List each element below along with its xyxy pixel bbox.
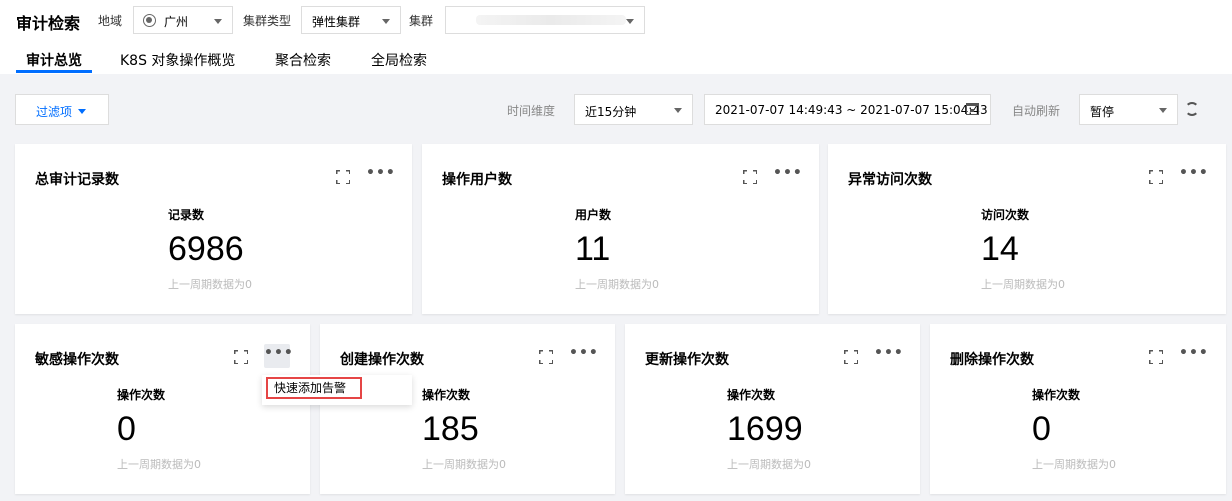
more-icon[interactable]: ••• [1179, 164, 1208, 188]
card-title: 创建操作次数 [340, 352, 424, 368]
page-title: 审计检索 [16, 14, 81, 33]
chevron-down-icon [214, 19, 222, 24]
metric-previous-period: 上一周期数据为0 [168, 278, 252, 291]
metric-value: 14 [981, 230, 1019, 268]
globe-icon [143, 14, 156, 27]
card-title: 总审计记录数 [35, 172, 119, 188]
expand-icon[interactable] [1149, 350, 1163, 364]
card-title: 操作用户数 [442, 172, 512, 188]
more-actions-menu: 快速添加告警 [262, 375, 412, 405]
card-delete-operations: 删除操作次数 ••• 操作次数 0 上一周期数据为0 [930, 324, 1226, 494]
more-icon[interactable]: ••• [773, 164, 802, 188]
expand-icon[interactable] [336, 170, 350, 184]
active-tab-indicator [16, 70, 92, 73]
more-icon[interactable]: ••• [1179, 344, 1208, 368]
more-icon[interactable]: ••• [264, 344, 293, 368]
chevron-down-icon [382, 19, 390, 24]
card-update-operations: 更新操作次数 ••• 操作次数 1699 上一周期数据为0 [625, 324, 920, 494]
metric-previous-period: 上一周期数据为0 [981, 278, 1065, 291]
cluster-label: 集群 [409, 14, 434, 28]
metric-value: 1699 [727, 410, 803, 448]
auto-refresh-value: 暂停 [1090, 105, 1115, 119]
time-dimension-value: 近15分钟 [585, 105, 637, 119]
card-sensitive-operations: 敏感操作次数 ••• 操作次数 0 上一周期数据为0 [15, 324, 310, 494]
metric-value: 0 [1032, 410, 1051, 448]
metric-previous-period: 上一周期数据为0 [117, 458, 201, 471]
metric-label: 访问次数 [981, 208, 1030, 222]
calendar-icon [966, 103, 979, 115]
tab-k8s-object-overview[interactable]: K8S 对象操作概览 [120, 50, 235, 70]
metric-value: 185 [422, 410, 479, 448]
expand-icon[interactable] [1149, 170, 1163, 184]
expand-icon[interactable] [539, 350, 553, 364]
chevron-down-icon [78, 109, 86, 114]
expand-icon[interactable] [234, 350, 248, 364]
filter-button-label: 过滤项 [36, 105, 73, 119]
card-title: 异常访问次数 [848, 172, 932, 188]
metric-previous-period: 上一周期数据为0 [1032, 458, 1116, 471]
region-value: 广州 [164, 15, 189, 29]
metric-previous-period: 上一周期数据为0 [575, 278, 659, 291]
expand-icon[interactable] [743, 170, 757, 184]
metric-label: 用户数 [575, 208, 612, 222]
time-dimension-label: 时间维度 [507, 104, 556, 118]
card-abnormal-access: 异常访问次数 ••• 访问次数 14 上一周期数据为0 [828, 144, 1226, 314]
cluster-type-select[interactable]: 弹性集群 [301, 6, 401, 34]
metric-label: 记录数 [168, 208, 205, 222]
metric-value: 11 [575, 230, 611, 268]
expand-icon[interactable] [844, 350, 858, 364]
cluster-select[interactable] [445, 6, 645, 34]
tab-global-search[interactable]: 全局检索 [371, 50, 427, 70]
refresh-icon[interactable] [1185, 102, 1199, 116]
region-label: 地域 [98, 14, 123, 28]
tab-overview[interactable]: 审计总览 [26, 50, 82, 70]
date-range-picker[interactable]: 2021-07-07 14:49:43 ~ 2021-07-07 15:04:4… [704, 94, 991, 125]
chevron-down-icon [1159, 108, 1167, 113]
card-title: 敏感操作次数 [35, 352, 119, 368]
time-dimension-select[interactable]: 近15分钟 [574, 94, 693, 125]
card-title: 更新操作次数 [645, 352, 729, 368]
more-icon[interactable]: ••• [366, 164, 395, 188]
metric-value: 0 [117, 410, 136, 448]
cluster-type-label: 集群类型 [243, 14, 292, 28]
filter-button[interactable]: 过滤项 [15, 94, 109, 125]
metric-label: 操作次数 [422, 388, 471, 402]
card-create-operations: 创建操作次数 ••• 操作次数 185 上一周期数据为0 [320, 324, 615, 494]
cluster-value-redacted [476, 15, 626, 25]
card-title: 删除操作次数 [950, 352, 1034, 368]
chevron-down-icon [674, 108, 682, 113]
more-icon[interactable]: ••• [874, 344, 903, 368]
auto-refresh-select[interactable]: 暂停 [1079, 94, 1178, 125]
metric-label: 操作次数 [117, 388, 166, 402]
metric-label: 操作次数 [1032, 388, 1081, 402]
tab-aggregate-search[interactable]: 聚合检索 [275, 50, 331, 70]
metric-value: 6986 [168, 230, 244, 268]
card-total-audit-records: 总审计记录数 ••• 记录数 6986 上一周期数据为0 [15, 144, 412, 314]
top-header: 审计检索 地域 广州 集群类型 弹性集群 集群 审计总览 K8S 对象操作概览 … [0, 0, 1232, 74]
chevron-down-icon [626, 19, 634, 24]
cluster-type-value: 弹性集群 [312, 15, 361, 29]
quick-add-alert-menu-item[interactable]: 快速添加告警 [266, 377, 362, 399]
metric-previous-period: 上一周期数据为0 [727, 458, 811, 471]
date-range-value: 2021-07-07 14:49:43 ~ 2021-07-07 15:04:4… [715, 103, 988, 117]
auto-refresh-label: 自动刷新 [1012, 104, 1061, 118]
card-operating-users: 操作用户数 ••• 用户数 11 上一周期数据为0 [422, 144, 819, 314]
metric-previous-period: 上一周期数据为0 [422, 458, 506, 471]
metric-label: 操作次数 [727, 388, 776, 402]
more-icon[interactable]: ••• [569, 344, 598, 368]
region-select[interactable]: 广州 [133, 6, 233, 34]
